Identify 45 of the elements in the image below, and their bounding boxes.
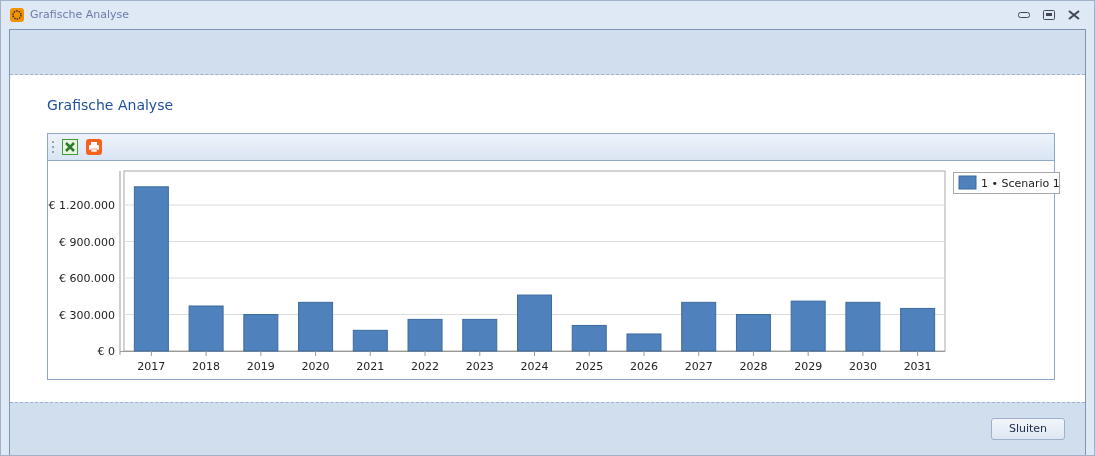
bar	[900, 307, 936, 352]
window-title: Grafische Analyse	[30, 6, 130, 23]
print-icon[interactable]	[86, 139, 102, 155]
section-heading: Grafische Analyse	[47, 96, 175, 115]
restore-icon	[1043, 10, 1055, 20]
axis-label: 2023	[465, 360, 494, 373]
bar	[462, 318, 498, 352]
axis-label: 2027	[684, 360, 713, 373]
axis-label: 2020	[301, 360, 330, 373]
axis-label: € 900.000	[59, 235, 115, 249]
chart-legend: 1 • Scenario 1	[953, 172, 1060, 194]
close-dialog-button[interactable]: Sluiten	[991, 418, 1065, 440]
app-icon	[10, 8, 24, 22]
axis-label: 2031	[903, 360, 932, 373]
axis-label: 2019	[246, 360, 275, 373]
axis-label: € 0	[97, 345, 115, 358]
axis-label: 2028	[739, 360, 768, 373]
axis-label: 2022	[411, 360, 440, 373]
spreadsheet-export-icon[interactable]	[62, 139, 78, 155]
bar	[790, 300, 826, 352]
bar	[517, 294, 552, 352]
axis-label: 2029	[794, 360, 823, 373]
minimize-icon	[1018, 12, 1030, 18]
bar	[845, 301, 881, 352]
bar	[681, 301, 717, 352]
axis-label: 2026	[629, 360, 658, 373]
bar	[352, 329, 388, 352]
axis-label: € 300.000	[59, 308, 115, 322]
axis-label: € 1.200.000	[48, 199, 115, 213]
bar	[243, 314, 279, 352]
bar	[626, 333, 662, 352]
axis-label: 2021	[356, 360, 385, 373]
axis-label: 2017	[137, 360, 166, 373]
axis-label: 2018	[192, 360, 221, 373]
axis-label: 2025	[575, 360, 604, 373]
bar	[188, 305, 224, 352]
axis-label: € 600.000	[59, 272, 115, 286]
bar	[735, 314, 771, 352]
axis-label: 2024	[520, 360, 549, 373]
close-icon	[1068, 10, 1080, 20]
legend-label: 1 • Scenario 1	[981, 177, 1060, 190]
bar	[298, 301, 334, 352]
bar	[407, 318, 443, 352]
bar	[571, 324, 607, 352]
axis-label: 2030	[848, 360, 877, 373]
